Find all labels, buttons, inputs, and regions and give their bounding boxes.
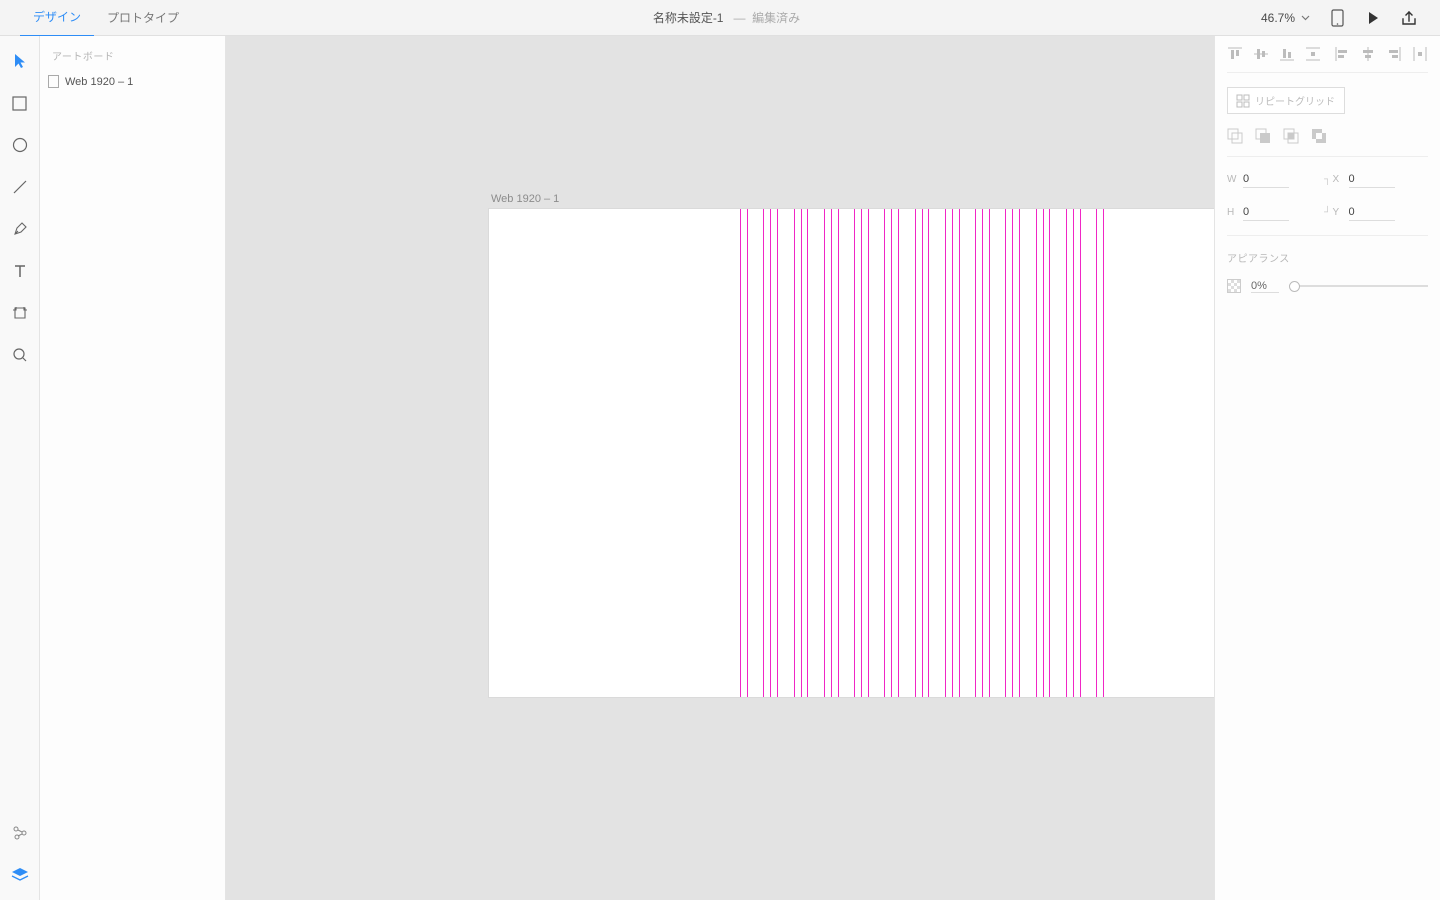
layer-item[interactable]: Web 1920 – 1: [40, 71, 225, 92]
opacity-swatch-icon[interactable]: [1227, 279, 1241, 293]
height-input[interactable]: [1243, 204, 1289, 221]
align-left-icon[interactable]: [1334, 46, 1350, 62]
select-tool[interactable]: [9, 50, 31, 72]
doc-status: 編集済み: [752, 11, 800, 25]
subtract-icon[interactable]: [1255, 128, 1271, 144]
zoom-control[interactable]: 46.7%: [1261, 11, 1310, 25]
line-tool[interactable]: [9, 176, 31, 198]
x-field[interactable]: X: [1333, 171, 1429, 188]
x-label: X: [1333, 174, 1343, 185]
y-label: Y: [1333, 207, 1343, 218]
tab-prototype[interactable]: プロトタイプ: [94, 0, 192, 36]
doc-name: 名称未設定-1: [653, 11, 724, 25]
align-vcenter-icon[interactable]: [1253, 46, 1269, 62]
device-preview-icon[interactable]: [1328, 9, 1346, 27]
boolean-ops: [1227, 128, 1428, 157]
intersect-icon[interactable]: [1283, 128, 1299, 144]
transform-section: W ┐ X H ┘ Y: [1227, 171, 1428, 236]
layers-icon[interactable]: [9, 864, 31, 886]
chevron-down-icon: [1301, 15, 1310, 21]
align-bottom-icon[interactable]: [1279, 46, 1295, 62]
top-bar: デザイン プロトタイプ 名称未設定-1 — 編集済み 46.7%: [0, 0, 1440, 36]
document-title: 名称未設定-1 — 編集済み: [192, 9, 1261, 26]
top-bar-right: 46.7%: [1261, 9, 1440, 27]
lock-aspect-icon-2[interactable]: ┘: [1323, 207, 1333, 218]
union-icon[interactable]: [1227, 128, 1243, 144]
artboard[interactable]: [489, 209, 1214, 697]
y-input[interactable]: [1349, 204, 1395, 221]
tool-rail: [0, 36, 40, 900]
layout-grid: [740, 209, 1104, 697]
align-right-icon[interactable]: [1386, 46, 1402, 62]
mode-tabs: デザイン プロトタイプ: [0, 0, 192, 37]
play-icon[interactable]: [1364, 9, 1382, 27]
artboard-label[interactable]: Web 1920 – 1: [491, 193, 559, 205]
opacity-input[interactable]: [1251, 280, 1279, 293]
layers-panel: アートボード Web 1920 – 1: [40, 36, 226, 900]
artboard-icon: [48, 75, 59, 88]
grid-icon: [1237, 95, 1249, 107]
assets-icon[interactable]: [9, 822, 31, 844]
align-controls: [1227, 46, 1428, 73]
width-field[interactable]: W: [1227, 171, 1323, 188]
inspector-panel: リピートグリッド W ┐ X H ┘ Y アピアランス: [1214, 36, 1440, 900]
layer-label: Web 1920 – 1: [65, 76, 133, 88]
artboard-tool[interactable]: [9, 302, 31, 324]
opacity-slider[interactable]: [1289, 285, 1428, 287]
share-icon[interactable]: [1400, 9, 1418, 27]
y-field[interactable]: Y: [1333, 204, 1429, 221]
zoom-value: 46.7%: [1261, 11, 1295, 25]
appearance-label: アピアランス: [1227, 250, 1428, 265]
doc-sep-dash: —: [734, 11, 746, 25]
distribute-v-icon[interactable]: [1305, 46, 1321, 62]
exclude-icon[interactable]: [1311, 128, 1327, 144]
layers-section-title: アートボード: [40, 36, 225, 71]
lock-aspect-icon[interactable]: ┐: [1323, 174, 1333, 185]
x-input[interactable]: [1349, 171, 1395, 188]
height-field[interactable]: H: [1227, 204, 1323, 221]
rectangle-tool[interactable]: [9, 92, 31, 114]
pen-tool[interactable]: [9, 218, 31, 240]
text-tool[interactable]: [9, 260, 31, 282]
opacity-control: [1227, 279, 1428, 293]
height-label: H: [1227, 207, 1237, 218]
width-input[interactable]: [1243, 171, 1289, 188]
repeat-grid-label: リピートグリッド: [1255, 93, 1335, 108]
tab-design[interactable]: デザイン: [20, 0, 94, 37]
ellipse-tool[interactable]: [9, 134, 31, 156]
width-label: W: [1227, 174, 1237, 185]
align-top-icon[interactable]: [1227, 46, 1243, 62]
doc-sep: [727, 11, 734, 25]
align-hcenter-icon[interactable]: [1360, 46, 1376, 62]
canvas[interactable]: Web 1920 – 1: [226, 36, 1214, 900]
distribute-h-icon[interactable]: [1412, 46, 1428, 62]
repeat-grid-button[interactable]: リピートグリッド: [1227, 87, 1345, 114]
zoom-tool[interactable]: [9, 344, 31, 366]
